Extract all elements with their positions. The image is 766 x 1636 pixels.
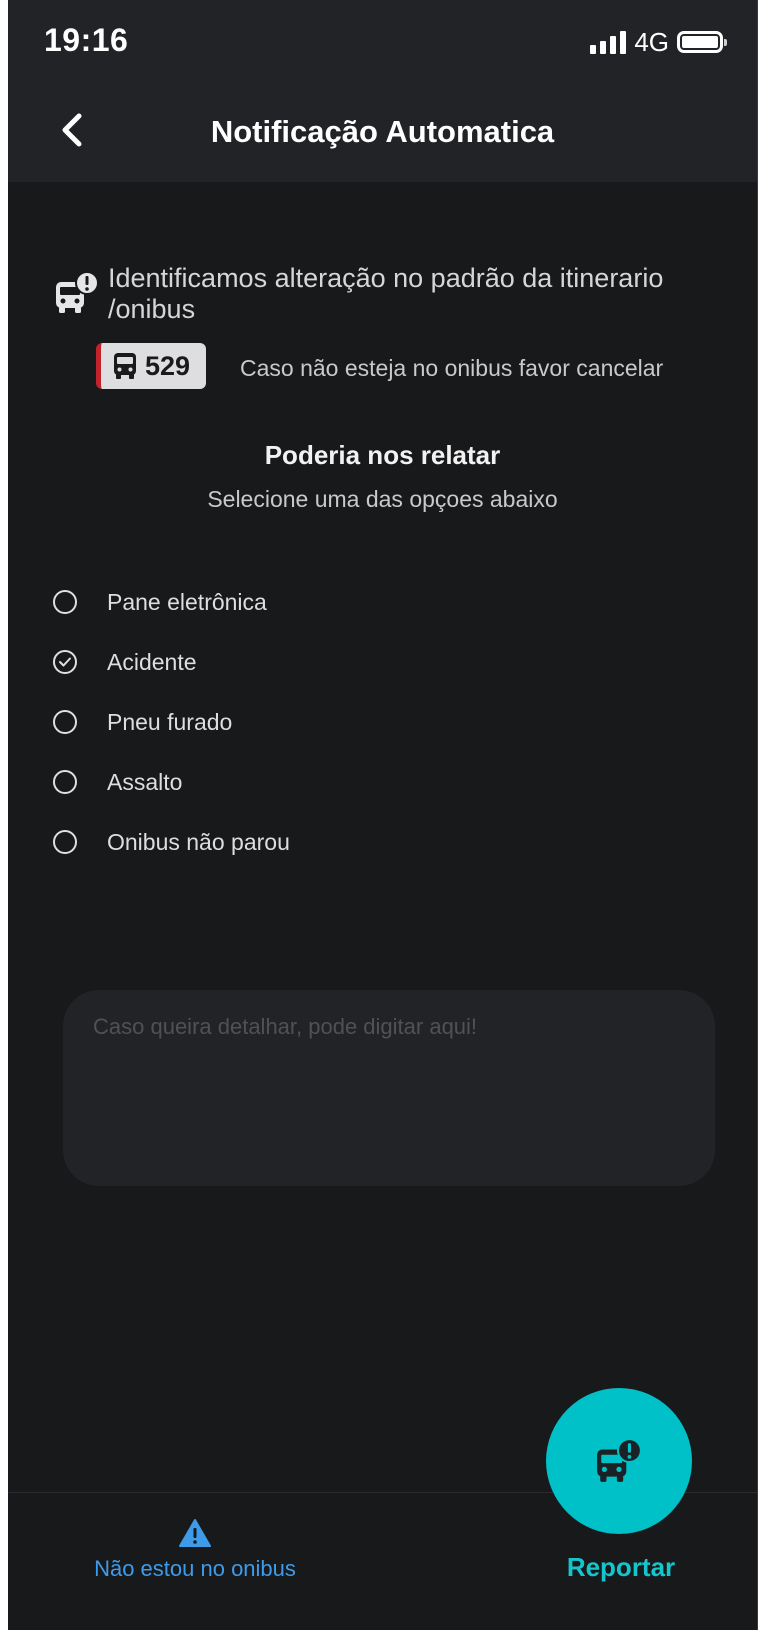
top-bar: 19:16 4G Notificação Automatica <box>8 0 757 182</box>
radio-unchecked-icon[interactable] <box>53 830 77 854</box>
bus-line-badge: 529 <box>96 343 206 389</box>
report-options: Pane eletrônica Acidente Pneu furado Ass… <box>53 572 653 872</box>
option-label: Pneu furado <box>107 708 233 735</box>
details-input[interactable] <box>63 990 715 1186</box>
option-pneu-furado[interactable]: Pneu furado <box>53 692 653 752</box>
bus-icon <box>114 353 136 379</box>
not-on-bus-button[interactable]: Não estou no onibus <box>70 1518 320 1582</box>
network-type: 4G <box>634 26 669 57</box>
option-pane-eletronica[interactable]: Pane eletrônica <box>53 572 653 632</box>
app-screen: 19:16 4G Notificação Automatica Identifi… <box>8 0 758 1630</box>
notice-text: Identificamos alteração no padrão da iti… <box>108 263 664 324</box>
radio-unchecked-icon[interactable] <box>53 590 77 614</box>
page-title: Notificação Automatica <box>210 114 555 149</box>
bus-line-number: 529 <box>145 350 191 381</box>
report-label[interactable]: Reportar <box>548 1552 694 1583</box>
status-icons: 4G <box>590 26 727 58</box>
option-label: Onibus não parou <box>107 828 290 855</box>
not-on-bus-label: Não estou no onibus <box>94 1556 296 1581</box>
radio-unchecked-icon[interactable] <box>53 770 77 794</box>
bus-alert-icon <box>56 271 99 313</box>
report-button[interactable] <box>546 1388 692 1534</box>
option-acidente[interactable]: Acidente <box>53 632 653 692</box>
section-title: Poderia nos relatar <box>264 440 501 470</box>
option-assalto[interactable]: Assalto <box>53 752 653 812</box>
radio-checked-icon[interactable] <box>53 650 77 674</box>
status-time: 19:16 <box>44 22 129 58</box>
warning-icon <box>179 1519 211 1547</box>
bus-alert-icon <box>597 1438 642 1482</box>
battery-icon <box>677 31 727 53</box>
cancel-hint: Caso não esteja no onibus favor cancelar <box>240 355 664 381</box>
section-subtitle: Selecione uma das opçoes abaixo <box>207 486 558 512</box>
signal-icon <box>590 30 627 54</box>
option-label: Pane eletrônica <box>107 588 267 615</box>
radio-unchecked-icon[interactable] <box>53 710 77 734</box>
option-onibus-nao-parou[interactable]: Onibus não parou <box>53 812 653 872</box>
option-label: Acidente <box>107 648 197 675</box>
option-label: Assalto <box>107 768 183 795</box>
